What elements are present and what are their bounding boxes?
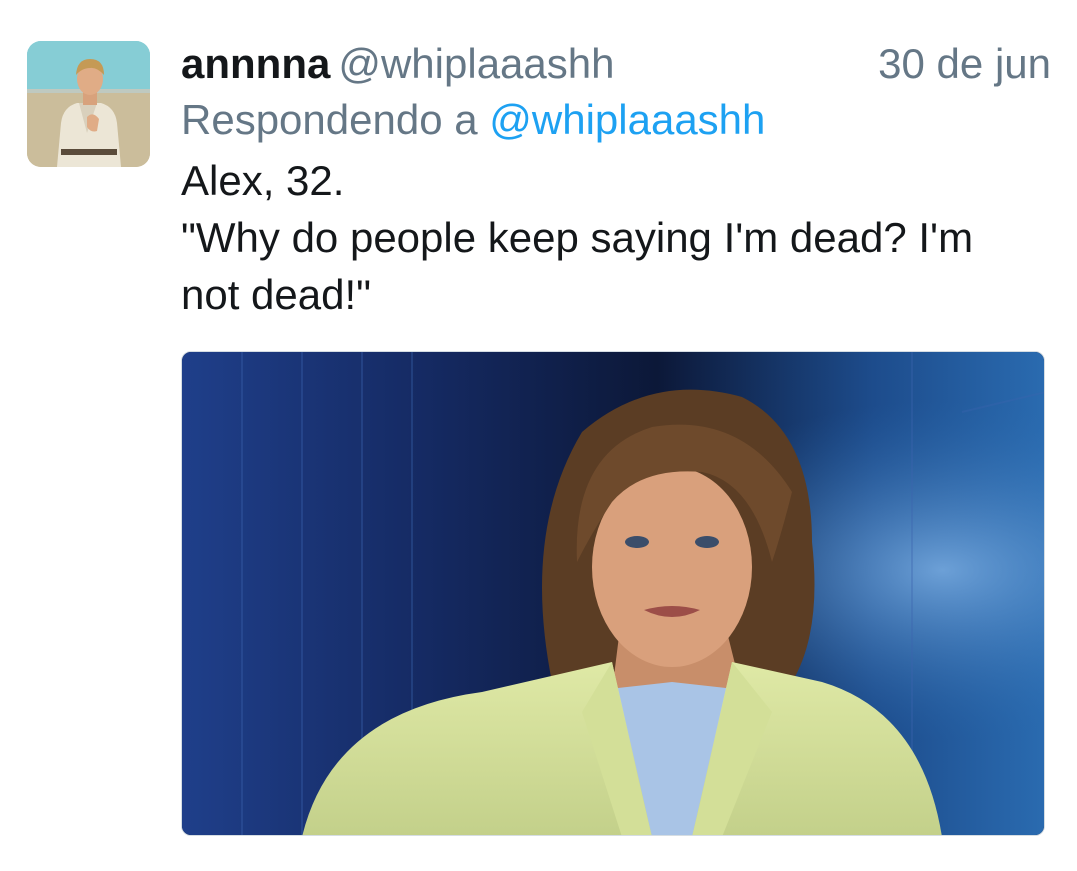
media-image[interactable] [181, 351, 1045, 836]
timestamp[interactable]: 30 de jun [878, 38, 1051, 90]
tweet-text-line: "Why do people keep saying I'm dead? I'm… [181, 214, 974, 318]
tweet-text: Alex, 32. "Why do people keep saying I'm… [181, 152, 1041, 323]
reply-prefix: Respondendo a [181, 96, 478, 143]
user-handle[interactable]: @whiplaaashh [338, 40, 614, 87]
tweet[interactable]: annnna @whiplaaashh 30 de jun Respondendo… [0, 0, 1077, 871]
media-photo [182, 352, 1044, 835]
reply-context: Respondendo a @whiplaaashh [181, 94, 765, 146]
tweet-text-line: Alex, 32. [181, 157, 345, 204]
avatar-photo [27, 41, 150, 167]
reply-mention-link[interactable]: @whiplaaashh [489, 96, 765, 143]
avatar[interactable] [27, 41, 150, 167]
display-name[interactable]: annnna [181, 40, 330, 87]
